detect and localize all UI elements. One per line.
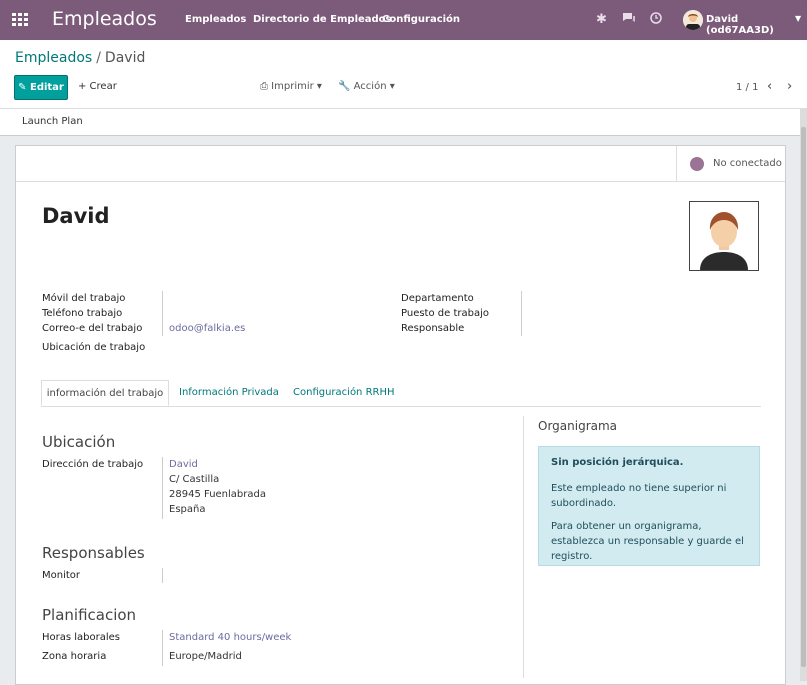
work-address-label: Dirección de trabajo — [42, 459, 144, 470]
breadcrumb-separator: / — [96, 50, 101, 66]
job-title-label: Puesto de trabajo — [401, 308, 489, 319]
field-separator — [162, 630, 163, 666]
tab-private-info[interactable]: Información Privada — [179, 380, 279, 406]
breadcrumb: Empleados / David — [15, 50, 145, 66]
chevron-left-icon[interactable]: ‹ — [767, 79, 772, 94]
email-label: Correo-e del trabajo — [42, 323, 143, 334]
chevron-down-icon[interactable]: ▼ — [795, 14, 801, 23]
menu-empleados[interactable]: Empleados — [185, 14, 246, 25]
section-title-ubicacion: Ubicación — [42, 433, 116, 451]
presence-label: No conectado — [713, 158, 782, 169]
clock-icon[interactable] — [650, 12, 662, 28]
working-hours-label: Horas laborales — [42, 632, 121, 643]
organigram-title: Organigrama — [538, 419, 618, 433]
chat-icon[interactable] — [622, 12, 636, 28]
presence-status-icon — [690, 157, 704, 171]
tab-hr-settings[interactable]: Configuración RRHH — [293, 380, 395, 406]
timezone-value[interactable]: Europe/Madrid — [169, 651, 242, 662]
field-separator — [162, 568, 163, 583]
create-button[interactable]: + Crear — [78, 81, 117, 92]
pager-value[interactable]: 1 / 1 — [736, 82, 758, 93]
employee-photo[interactable] — [689, 201, 759, 271]
address-name[interactable]: David — [169, 459, 198, 470]
address-country: España — [169, 504, 206, 515]
form-sheet: No conectado David Móvil del trabajo Tel… — [15, 145, 786, 685]
work-email-value[interactable]: odoo@falkia.es — [169, 323, 245, 334]
section-title-planificacion: Planificacion — [42, 606, 137, 624]
print-dropdown[interactable]: ⎙ Imprimir ▾ — [260, 81, 322, 92]
timezone-label: Zona horaria — [42, 651, 107, 662]
edit-button[interactable]: ✎ Editar — [14, 75, 68, 100]
breadcrumb-parent[interactable]: Empleados — [15, 50, 92, 66]
menu-configuracion[interactable]: Configuración — [382, 14, 460, 25]
mobile-label: Móvil del trabajo — [42, 293, 126, 304]
apps-menu-icon[interactable] — [12, 13, 28, 27]
alert-hint: Para obtener un organigrama, establezca … — [551, 521, 744, 562]
address-city: 28945 Fuenlabrada — [169, 489, 266, 500]
scrollbar[interactable] — [800, 109, 807, 681]
menu-directorio[interactable]: Directorio de Empleados — [253, 14, 392, 25]
control-panel: Empleados / David ✎ Editar + Crear ⎙ Impri… — [0, 40, 807, 109]
department-label: Departamento — [401, 293, 474, 304]
bug-icon[interactable]: ✱ — [596, 12, 607, 27]
monitor-label: Monitor — [42, 570, 81, 581]
button-box: No conectado — [16, 146, 785, 182]
top-navbar: Empleados Empleados Directorio de Emplea… — [0, 0, 807, 40]
alert-text: Este empleado no tiene superior ni subor… — [551, 483, 727, 509]
breadcrumb-current: David — [104, 50, 146, 66]
tab-job-info[interactable]: información del trabajo — [41, 380, 169, 406]
organigram-alert: Sin posición jerárquica. Este empleado n… — [538, 446, 760, 566]
app-title: Empleados — [52, 8, 157, 30]
action-dropdown[interactable]: 🔧 Acción ▾ — [338, 81, 395, 92]
user-name[interactable]: David (od67AA3D) — [706, 14, 807, 36]
launch-plan-button[interactable]: Launch Plan — [22, 116, 83, 127]
user-avatar[interactable] — [683, 10, 703, 30]
employee-name[interactable]: David — [42, 204, 110, 228]
address-street: C/ Castilla — [169, 474, 220, 485]
field-separator — [162, 291, 163, 336]
phone-label: Teléfono trabajo — [42, 308, 123, 319]
scrollbar-thumb[interactable] — [801, 127, 806, 667]
work-location-label: Ubicación de trabajo — [42, 342, 146, 353]
field-separator — [162, 457, 163, 519]
column-divider — [523, 416, 524, 678]
form-statusbar: Launch Plan — [0, 109, 800, 136]
section-title-responsables: Responsables — [42, 544, 145, 562]
alert-title: Sin posición jerárquica. — [551, 457, 684, 468]
manager-label: Responsable — [401, 323, 465, 334]
chevron-right-icon[interactable]: › — [787, 79, 792, 94]
field-separator — [521, 291, 522, 336]
notebook-tabs: información del trabajo Información Priv… — [41, 380, 761, 407]
presence-button[interactable]: No conectado — [676, 146, 786, 181]
working-hours-value[interactable]: Standard 40 hours/week — [169, 632, 291, 643]
